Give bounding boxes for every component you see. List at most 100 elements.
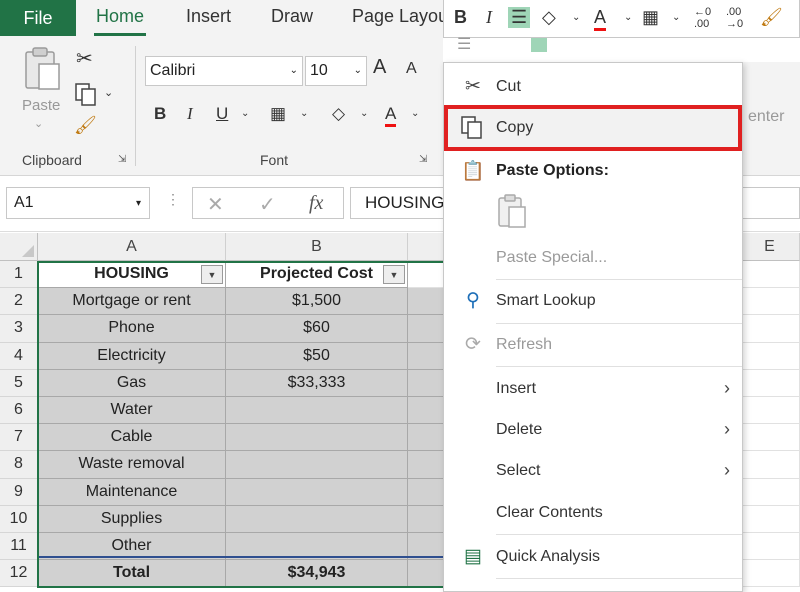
row-header[interactable]: 12 bbox=[0, 560, 38, 588]
decrease-decimal-button[interactable]: .00 →0 bbox=[726, 6, 752, 30]
cell-e[interactable] bbox=[740, 261, 800, 289]
cell-e[interactable] bbox=[740, 478, 800, 506]
chevron-down-icon[interactable]: ⌄ bbox=[624, 12, 632, 23]
column-header-e[interactable]: E bbox=[740, 233, 800, 261]
mini-bold-button[interactable]: B bbox=[454, 7, 467, 28]
cell-a[interactable]: Gas bbox=[38, 369, 226, 397]
row-header[interactable]: 6 bbox=[0, 397, 38, 425]
cell-a[interactable]: HOUSING ▼ bbox=[38, 261, 226, 289]
insert-function-button[interactable]: fx bbox=[309, 192, 323, 215]
cell-c[interactable] bbox=[408, 315, 448, 343]
cell-b[interactable]: $50 bbox=[226, 342, 408, 370]
paste-button[interactable] bbox=[22, 46, 62, 92]
chevron-down-icon[interactable]: ⌄ bbox=[672, 12, 680, 23]
tab-file[interactable]: File bbox=[0, 0, 76, 36]
bold-button[interactable]: B bbox=[154, 104, 166, 124]
row-header[interactable]: 7 bbox=[0, 424, 38, 452]
row-header[interactable]: 5 bbox=[0, 369, 38, 397]
mini-format-painter-icon[interactable]: 🖌 bbox=[760, 7, 783, 28]
cell-e[interactable] bbox=[740, 342, 800, 370]
menu-item-paste-special[interactable]: Paste Special... bbox=[444, 238, 742, 278]
tab-draw[interactable]: Draw bbox=[271, 6, 313, 27]
cell-a[interactable]: Mortgage or rent bbox=[38, 288, 226, 316]
row-header[interactable]: 1 bbox=[0, 261, 38, 289]
menu-item-refresh[interactable]: ⟳ Refresh bbox=[444, 325, 742, 365]
font-name-select[interactable]: Calibri ⌄ bbox=[145, 56, 303, 86]
cell-b[interactable] bbox=[226, 478, 408, 506]
cell-c[interactable] bbox=[408, 451, 448, 479]
cell-c[interactable] bbox=[408, 342, 448, 370]
format-painter-icon[interactable]: 🖌 bbox=[74, 115, 97, 136]
chevron-down-icon[interactable]: ⌄ bbox=[572, 12, 580, 23]
borders-dropdown-icon[interactable]: ⌄ bbox=[300, 108, 308, 119]
cancel-icon[interactable]: ✕ bbox=[207, 192, 224, 217]
clipboard-launcher-icon[interactable]: ⇲ bbox=[118, 154, 126, 165]
cell-c[interactable] bbox=[408, 397, 448, 425]
shrink-font-button[interactable]: A bbox=[406, 60, 417, 78]
cell-b[interactable]: $33,333 bbox=[226, 369, 408, 397]
cell-c[interactable] bbox=[408, 261, 448, 289]
cell-c[interactable] bbox=[408, 369, 448, 397]
menu-item-smart-lookup[interactable]: ⚲ Smart Lookup bbox=[444, 281, 742, 321]
copy-icon[interactable] bbox=[74, 82, 98, 106]
row-header[interactable]: 10 bbox=[0, 505, 38, 533]
cell-c[interactable] bbox=[408, 424, 448, 452]
mini-center-align-icon[interactable]: ☰ bbox=[508, 7, 531, 28]
cell-a[interactable]: Water bbox=[38, 397, 226, 425]
row-header[interactable]: 2 bbox=[0, 288, 38, 316]
cell-e[interactable] bbox=[740, 560, 800, 588]
italic-button[interactable]: I bbox=[187, 104, 193, 124]
menu-item-quick-analysis[interactable]: ▤ Quick Analysis bbox=[444, 537, 742, 577]
cell-b[interactable]: $60 bbox=[226, 315, 408, 343]
cell-b[interactable] bbox=[226, 505, 408, 533]
mini-borders-icon[interactable]: ▦ bbox=[642, 7, 659, 28]
cell-a[interactable]: Cable bbox=[38, 424, 226, 452]
filter-dropdown-icon[interactable]: ▼ bbox=[201, 265, 223, 284]
font-size-select[interactable]: 10 ⌄ bbox=[305, 56, 367, 86]
underline-button[interactable]: U bbox=[216, 104, 228, 124]
copy-dropdown-icon[interactable]: ⌄ bbox=[104, 86, 113, 99]
cell-b[interactable]: $1,500 bbox=[226, 288, 408, 316]
tab-home[interactable]: Home bbox=[93, 6, 147, 36]
menu-item-delete[interactable]: Delete › bbox=[444, 410, 742, 450]
menu-item-cut[interactable]: ✂ Cut bbox=[444, 67, 742, 107]
mini-fill-color-icon[interactable]: ◇ bbox=[542, 7, 556, 28]
cell-b[interactable]: $34,943 bbox=[226, 560, 408, 588]
cell-a[interactable]: Supplies bbox=[38, 505, 226, 533]
cut-icon[interactable]: ✂ bbox=[76, 46, 93, 71]
cell-e[interactable] bbox=[740, 288, 800, 316]
increase-decimal-button[interactable]: ←0 .00 bbox=[694, 6, 720, 30]
underline-dropdown-icon[interactable]: ⌄ bbox=[241, 108, 249, 119]
row-header[interactable]: 3 bbox=[0, 315, 38, 343]
select-all-corner[interactable] bbox=[0, 233, 38, 261]
cell-b[interactable] bbox=[226, 451, 408, 479]
cell-a[interactable]: Electricity bbox=[38, 342, 226, 370]
font-color-dropdown-icon[interactable]: ⌄ bbox=[411, 108, 419, 119]
paste-dropdown-icon[interactable]: ⌄ bbox=[34, 117, 43, 130]
cell-b[interactable]: Projected Cost ▼ bbox=[226, 261, 408, 289]
borders-icon[interactable]: ▦ bbox=[270, 104, 286, 124]
grow-font-button[interactable]: A bbox=[373, 56, 386, 79]
mini-font-color-button[interactable]: A bbox=[594, 7, 607, 31]
cell-b[interactable] bbox=[226, 397, 408, 425]
enter-icon[interactable]: ✓ bbox=[259, 192, 276, 217]
column-header-c[interactable] bbox=[408, 233, 448, 261]
cell-e[interactable] bbox=[740, 369, 800, 397]
row-header[interactable]: 8 bbox=[0, 451, 38, 479]
cell-a[interactable]: Waste removal bbox=[38, 451, 226, 479]
fill-color-dropdown-icon[interactable]: ⌄ bbox=[360, 108, 368, 119]
cell-e[interactable] bbox=[740, 533, 800, 561]
row-header[interactable]: 9 bbox=[0, 478, 38, 506]
font-color-button[interactable]: A bbox=[385, 104, 397, 127]
row-header[interactable]: 4 bbox=[0, 342, 38, 370]
name-box[interactable]: A1 ▾ bbox=[6, 187, 150, 219]
cell-c[interactable] bbox=[408, 505, 448, 533]
cell-e[interactable] bbox=[740, 505, 800, 533]
cell-c[interactable] bbox=[408, 288, 448, 316]
cell-a[interactable]: Total bbox=[38, 560, 226, 588]
mini-italic-button[interactable]: I bbox=[486, 7, 492, 28]
cell-c[interactable] bbox=[408, 560, 448, 588]
menu-item-clear-contents[interactable]: Clear Contents bbox=[444, 493, 742, 533]
tab-page-layout[interactable]: Page Layou bbox=[352, 6, 448, 27]
cell-e[interactable] bbox=[740, 424, 800, 452]
